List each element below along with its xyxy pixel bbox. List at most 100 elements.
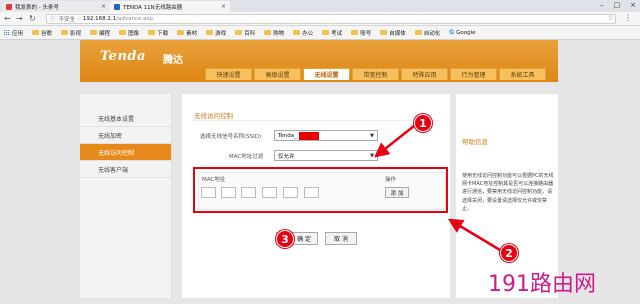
close-tab-icon[interactable]: ×	[101, 3, 106, 10]
mac-filter-value: 仅允许	[278, 153, 295, 160]
nav-tab-bandwidth[interactable]: 带宽控制	[352, 68, 399, 80]
bookmark-label: 百科	[244, 30, 256, 37]
folder-icon	[90, 30, 98, 35]
folder-icon	[119, 30, 127, 35]
highlight-box	[193, 167, 448, 213]
bookmark-folder[interactable]: 游戏	[206, 29, 226, 37]
divider	[192, 120, 440, 121]
url-path: /advance.asp	[116, 16, 153, 22]
bookmark-folder[interactable]: 谷歌	[32, 29, 52, 37]
router-favicon-icon	[114, 3, 120, 10]
folder-icon	[264, 30, 272, 35]
bookmark-label: 账号	[360, 30, 372, 37]
back-icon[interactable]: ←	[4, 14, 11, 24]
annotation-marker-3: 3	[276, 230, 294, 248]
security-status: 不安全	[58, 17, 76, 23]
address-bar: ← → ↻ ⓘ 不安全 | 192.168.2.1 /advance.asp ☆…	[0, 12, 640, 26]
bookmark-label: 考试	[331, 30, 343, 37]
bookmark-label: Google	[456, 29, 476, 36]
folder-icon	[293, 30, 301, 35]
browser-tab[interactable]: 我发表的 - 头条号 ×	[2, 1, 110, 12]
help-text: 使用无线访问控制功能可以根据PC的无线网卡MAC地址控制其是否可以连接路由器进行…	[462, 173, 554, 212]
bookmark-apps[interactable]: 应用	[4, 29, 23, 37]
folder-icon	[414, 30, 422, 35]
bookmark-folder[interactable]: 图像	[119, 29, 139, 37]
close-tab-icon[interactable]: ×	[221, 3, 226, 10]
ssid-select[interactable]: Tenda_ ▼	[274, 130, 378, 141]
watermark: 191路由网	[488, 272, 596, 297]
sidebar-item-wireless-basic[interactable]: 无线基本设置	[80, 110, 171, 127]
reload-icon[interactable]: ↻	[29, 14, 36, 24]
bookmark-star-icon[interactable]: ☆	[608, 14, 614, 22]
nav-tab-behavior[interactable]: 行为管理	[450, 68, 497, 80]
bookmark-google[interactable]: G Google	[449, 29, 475, 36]
bookmark-folder[interactable]: 自动化	[414, 29, 440, 37]
url-input[interactable]: ⓘ 不安全 | 192.168.2.1 /advance.asp	[46, 14, 616, 24]
help-title: 帮助信息	[462, 138, 488, 146]
bookmark-folder[interactable]: 影视	[61, 29, 81, 37]
apps-grid-icon	[4, 29, 10, 36]
redaction-mark	[298, 131, 319, 140]
bookmark-folder[interactable]: 购物	[264, 29, 284, 37]
bookmark-label: 应用	[12, 30, 24, 37]
info-icon[interactable]: ⓘ	[50, 15, 56, 23]
main-nav: 快速设置 高级设置 无线设置 带宽控制 特殊应用 行为管理 系统工具	[205, 68, 546, 80]
nav-tab-advanced[interactable]: 高级设置	[254, 68, 301, 80]
ssid-label: 选择无线信号名称(SSID)	[200, 134, 262, 140]
bookmark-label: 购物	[273, 30, 285, 37]
bookmark-folder[interactable]: 自媒体	[380, 29, 406, 37]
forward-icon[interactable]: →	[16, 14, 23, 24]
folder-icon	[380, 30, 388, 35]
sidebar: 无线基本设置 无线加密 无线访问控制 无线客户端	[80, 94, 172, 298]
bookmark-folder[interactable]: 下载	[148, 29, 168, 37]
bookmark-folder[interactable]: 办公	[293, 29, 313, 37]
annotation-marker-1: 1	[414, 114, 432, 132]
bookmark-folder[interactable]: 账号	[351, 29, 371, 37]
folder-icon	[177, 30, 185, 35]
bookmark-folder[interactable]: 百科	[235, 29, 255, 37]
tenda-logo: Tenda	[100, 49, 146, 64]
nav-tab-wireless[interactable]: 无线设置	[303, 68, 350, 80]
bookmark-label: 编程	[99, 30, 111, 37]
folder-icon	[206, 30, 214, 35]
folder-icon	[32, 30, 40, 35]
minimize-icon[interactable]: –	[600, 1, 604, 9]
chevron-down-icon: ▼	[370, 152, 374, 159]
bookmark-label: 自媒体	[389, 30, 406, 37]
bookmark-label: 影视	[70, 30, 82, 37]
tenda-logo-cn: 腾达	[163, 55, 183, 66]
nav-tab-special[interactable]: 特殊应用	[401, 68, 448, 80]
menu-icon[interactable]: ⋮	[624, 13, 632, 22]
close-window-icon[interactable]: ×	[630, 1, 636, 9]
mac-filter-select[interactable]: 仅允许 ▼	[274, 150, 378, 161]
bookmark-folder[interactable]: 编程	[90, 29, 110, 37]
ssid-value: Tenda_	[278, 132, 297, 139]
sidebar-item-wireless-clients[interactable]: 无线客户端	[80, 161, 171, 178]
tab-title: 我发表的 - 头条号	[15, 4, 59, 11]
nav-tab-quick-setup[interactable]: 快速设置	[205, 68, 252, 80]
url-host: 192.168.2.1	[82, 16, 117, 22]
bookmark-folder[interactable]: 考试	[322, 29, 342, 37]
nav-tab-system-tools[interactable]: 系统工具	[499, 68, 546, 80]
browser-tabstrip: 我发表的 - 头条号 × TENDA 11N无线路由器 × – □ ×	[0, 0, 640, 12]
section-title: 无线访问控制	[194, 112, 233, 120]
bookmark-label: 谷歌	[41, 30, 53, 37]
bookmark-label: 游戏	[215, 30, 227, 37]
sidebar-item-access-control[interactable]: 无线访问控制	[80, 144, 171, 161]
browser-tab-active[interactable]: TENDA 11N无线路由器 ×	[110, 1, 230, 12]
cancel-button[interactable]: 取 消	[325, 232, 357, 245]
folder-icon	[351, 30, 359, 35]
bookmark-folder[interactable]: 素材	[177, 29, 197, 37]
folder-icon	[322, 30, 330, 35]
google-icon: G	[449, 29, 455, 36]
tab-title: TENDA 11N无线路由器	[123, 4, 183, 11]
sidebar-item-wireless-security[interactable]: 无线加密	[80, 127, 171, 144]
bookmarks-bar: 应用 谷歌 影视 编程 图像 下载 素材 游戏 百科 购物 办公 考试 账号 自…	[0, 26, 640, 40]
maximize-icon[interactable]: □	[614, 1, 621, 9]
bookmark-label: 素材	[186, 30, 198, 37]
bookmark-label: 办公	[302, 30, 314, 37]
folder-icon	[235, 30, 243, 35]
bookmark-label: 图像	[128, 30, 140, 37]
folder-icon	[61, 30, 69, 35]
bookmark-label: 下载	[157, 30, 169, 37]
